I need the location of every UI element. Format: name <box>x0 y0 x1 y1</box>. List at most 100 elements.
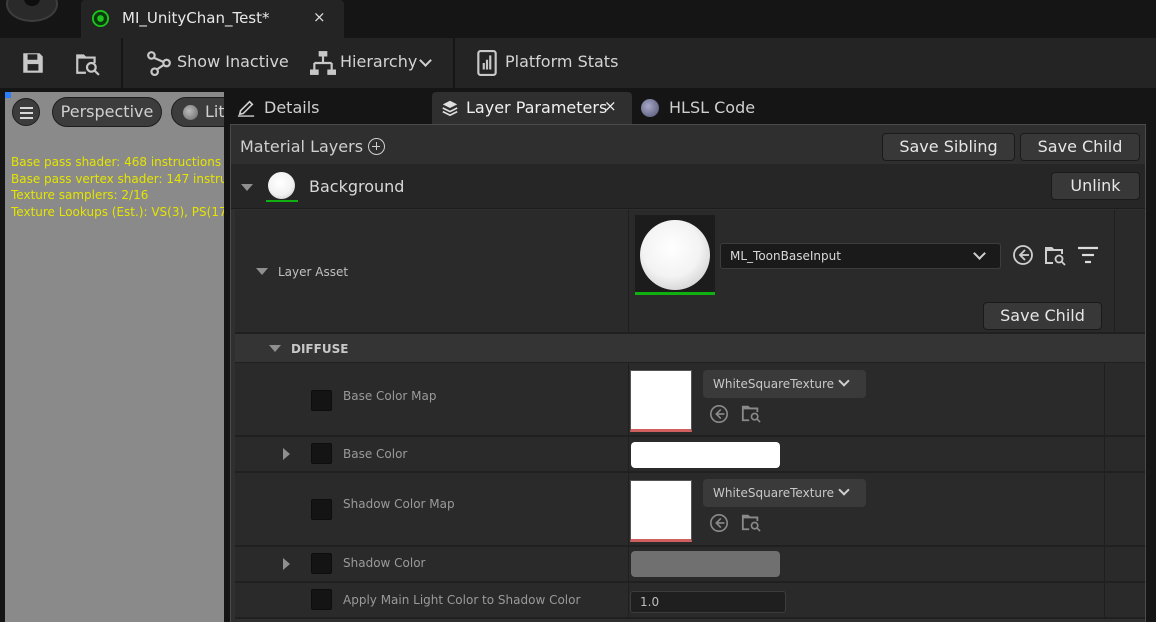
toolbar-separator <box>121 38 123 88</box>
view-mode-button[interactable]: Lit <box>171 97 224 127</box>
chevron-down-icon <box>838 484 850 496</box>
layer-asset-row: Layer Asset ML_ToonBaseInput Save Child <box>235 210 1145 334</box>
property-label: Shadow Color Map <box>343 497 455 511</box>
layer-color-bar <box>266 200 298 202</box>
browse-icon[interactable] <box>74 50 100 76</box>
save-child-button[interactable]: Save Child <box>983 302 1102 330</box>
color-swatch[interactable] <box>631 551 780 577</box>
add-layer-icon[interactable] <box>368 138 385 155</box>
layer-thumbnail <box>265 171 299 203</box>
tab-layer-parameters-label: Layer Parameters <box>466 98 608 117</box>
texture-dropdown[interactable]: WhiteSquareTexture <box>703 370 866 398</box>
override-checkbox[interactable] <box>311 443 332 464</box>
numeric-value: 1.0 <box>640 595 660 609</box>
column-divider <box>1104 547 1105 581</box>
tab-hlsl-code-label: HLSL Code <box>669 98 756 117</box>
column-divider <box>1104 473 1105 545</box>
collapse-arrow-icon[interactable] <box>269 345 281 352</box>
asset-color-bar <box>635 292 715 295</box>
override-checkbox[interactable] <box>311 390 332 411</box>
material-instance-icon <box>91 9 110 28</box>
browse-to-asset-icon[interactable] <box>1044 244 1066 266</box>
tab-details[interactable]: Details <box>224 92 424 124</box>
column-divider <box>1104 363 1105 435</box>
document-tab[interactable]: MI_UnityChan_Test* × <box>81 0 344 38</box>
material-sphere-icon <box>641 99 659 117</box>
save-child-button[interactable]: Save Child <box>1020 133 1140 161</box>
toolbar-separator <box>453 38 455 88</box>
category-label: DIFFUSE <box>291 342 349 356</box>
use-selected-icon[interactable] <box>1012 244 1034 266</box>
use-selected-icon[interactable] <box>709 513 729 533</box>
platform-stats-button[interactable]: Platform Stats <box>505 52 618 71</box>
hierarchy-icon <box>310 51 336 75</box>
column-divider <box>628 437 629 471</box>
save-sibling-button[interactable]: Save Sibling <box>882 133 1015 161</box>
column-divider <box>628 473 629 545</box>
tab-hlsl-code[interactable]: HLSL Code <box>632 92 792 124</box>
show-inactive-button[interactable]: Show Inactive <box>177 52 289 71</box>
layer-row-background[interactable]: Background Unlink <box>231 164 1145 209</box>
hierarchy-button[interactable]: Hierarchy <box>340 52 417 71</box>
perspective-button[interactable]: Perspective <box>52 97 162 127</box>
column-divider <box>628 583 629 617</box>
show-inactive-icon <box>147 51 171 76</box>
collapse-arrow-icon[interactable] <box>256 268 268 275</box>
sphere-preview-icon <box>268 172 295 199</box>
override-checkbox[interactable] <box>311 499 332 520</box>
expand-arrow-icon[interactable] <box>283 558 290 570</box>
pencil-icon <box>237 100 255 117</box>
unreal-logo[interactable] <box>6 0 58 22</box>
filter-icon[interactable] <box>1077 245 1099 265</box>
numeric-input[interactable]: 1.0 <box>630 591 786 613</box>
expand-arrow-icon[interactable] <box>283 448 290 460</box>
override-checkbox[interactable] <box>311 589 332 610</box>
chevron-down-icon <box>973 247 986 260</box>
stats-line: Base pass shader: 468 instructions <box>11 155 222 169</box>
layer-asset-thumbnail[interactable] <box>635 215 715 295</box>
column-divider <box>1104 437 1105 471</box>
save-icon[interactable] <box>20 50 46 76</box>
texture-thumbnail[interactable] <box>630 480 692 542</box>
override-checkbox[interactable] <box>311 553 332 574</box>
column-divider <box>628 363 629 435</box>
base-color-row: Base Color <box>235 437 1145 473</box>
viewport-panel: Perspective Lit Base pass shader: 468 in… <box>0 88 224 622</box>
tab-layer-parameters[interactable]: Layer Parameters × <box>432 92 632 124</box>
collapse-arrow-icon[interactable] <box>241 184 253 191</box>
shadow-color-map-row: Shadow Color Map WhiteSquareTexture <box>235 473 1145 547</box>
property-label: Base Color Map <box>343 389 437 403</box>
texture-dropdown[interactable]: WhiteSquareTexture <box>703 479 866 507</box>
layer-asset-dropdown[interactable]: ML_ToonBaseInput <box>720 243 1001 269</box>
chevron-down-icon[interactable] <box>419 54 432 67</box>
toolbar: Show Inactive Hierarchy Platform Stats <box>0 38 1156 88</box>
property-label: Apply Main Light Color to Shadow Color <box>343 593 581 607</box>
viewport-menu-button[interactable] <box>12 98 40 126</box>
browse-to-asset-icon[interactable] <box>741 403 761 423</box>
texture-name: WhiteSquareTexture <box>713 377 835 391</box>
use-selected-icon[interactable] <box>709 404 729 424</box>
browse-to-asset-icon[interactable] <box>741 512 761 532</box>
viewport[interactable]: Perspective Lit Base pass shader: 468 in… <box>5 92 224 622</box>
title-bar: MI_UnityChan_Test* × <box>0 0 1156 38</box>
tab-details-label: Details <box>264 98 320 117</box>
column-divider <box>628 547 629 581</box>
color-swatch[interactable] <box>631 442 780 468</box>
diffuse-category-row[interactable]: DIFFUSE <box>235 334 1145 363</box>
apply-main-light-row: Apply Main Light Color to Shadow Color 1… <box>235 583 1145 619</box>
texture-name: WhiteSquareTexture <box>713 486 835 500</box>
stats-line: Base pass vertex shader: 147 instruction… <box>11 171 224 186</box>
close-tab-button[interactable]: × <box>604 97 617 115</box>
panel-tab-bar: Details Layer Parameters × HLSL Code <box>224 88 1156 124</box>
document-title: MI_UnityChan_Test* <box>122 9 270 27</box>
shadow-color-row: Shadow Color <box>235 547 1145 583</box>
viewport-focus-marker <box>5 92 11 98</box>
texture-thumbnail[interactable] <box>630 370 692 432</box>
chevron-down-icon <box>838 375 850 387</box>
close-tab-button[interactable]: × <box>313 8 326 26</box>
layer-parameters-panel: Material Layers Save Sibling Save Child … <box>230 124 1146 622</box>
unlink-button[interactable]: Unlink <box>1051 172 1140 200</box>
platform-stats-icon <box>477 50 497 76</box>
lit-sphere-icon <box>183 105 198 120</box>
material-layers-label: Material Layers <box>240 137 364 156</box>
